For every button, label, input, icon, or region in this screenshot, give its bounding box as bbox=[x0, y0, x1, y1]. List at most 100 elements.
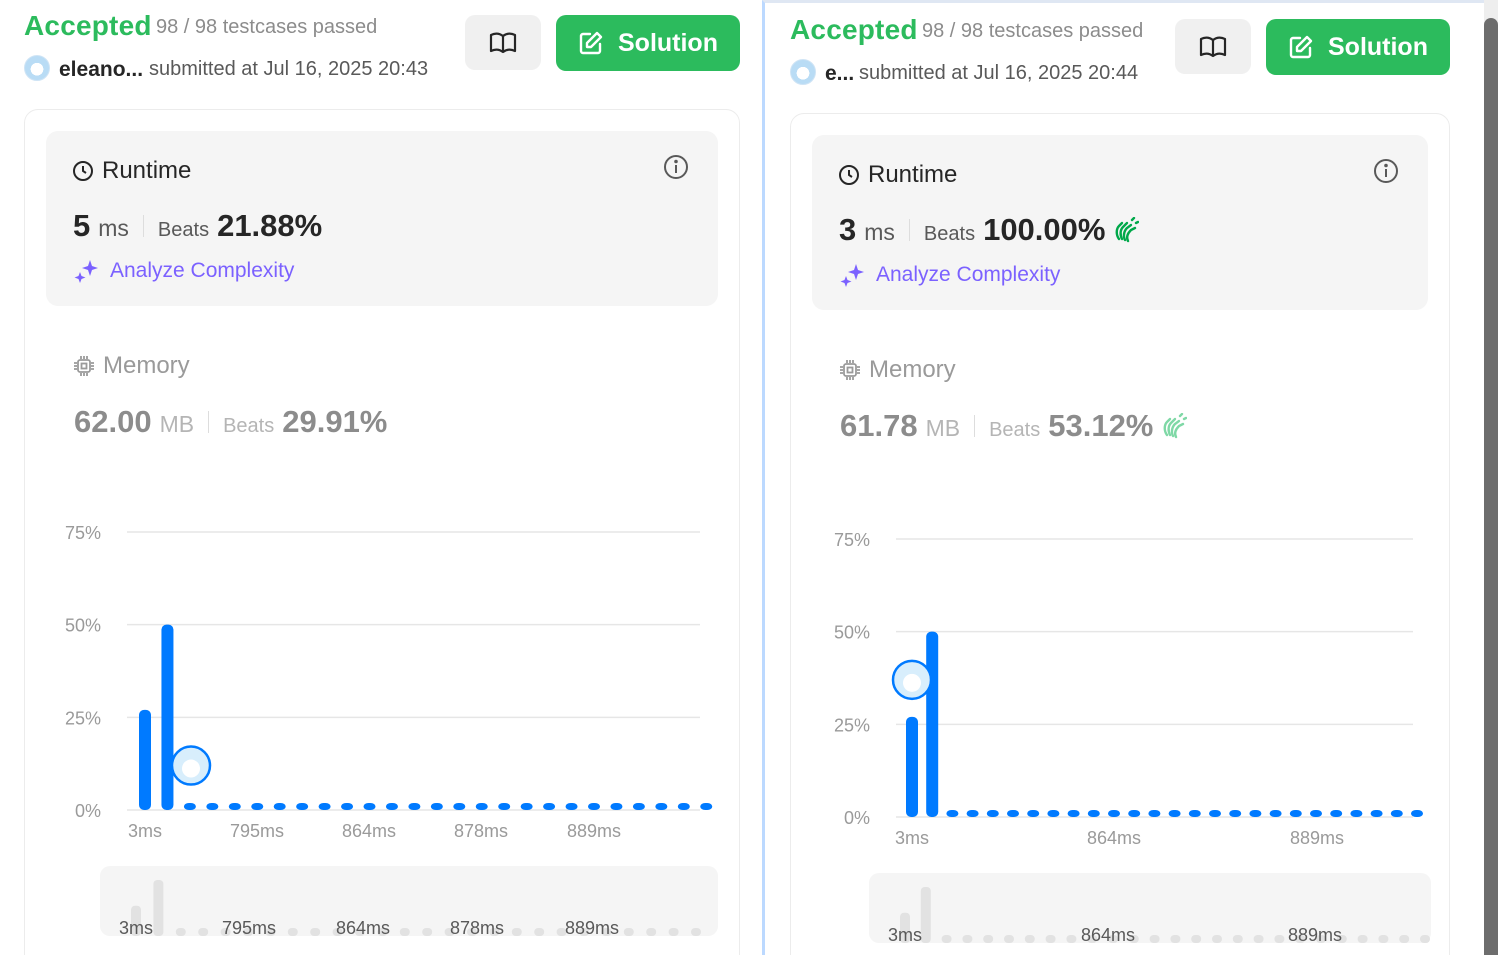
book-open-icon bbox=[489, 32, 517, 53]
overview-bar bbox=[399, 928, 410, 936]
overview-bar bbox=[511, 928, 522, 936]
username[interactable]: eleano... bbox=[59, 58, 143, 82]
your-submission-marker[interactable] bbox=[170, 745, 212, 786]
chart-bar[interactable] bbox=[1310, 810, 1322, 817]
overview-bar bbox=[1066, 935, 1077, 943]
editorial-button[interactable] bbox=[1175, 19, 1251, 74]
range-overview[interactable] bbox=[869, 873, 1431, 943]
submission-panel-right: Accepted 98 / 98 testcases passed e... s… bbox=[762, 0, 1484, 955]
chart-bar[interactable] bbox=[906, 716, 918, 817]
chart-bar[interactable] bbox=[1249, 810, 1262, 817]
chart-bar[interactable] bbox=[341, 803, 354, 810]
chart-bar[interactable] bbox=[1289, 810, 1302, 817]
chart-bar[interactable] bbox=[1108, 810, 1120, 817]
runtime-section[interactable]: Runtime 3 ms Beats 100.00% Analyze Compl… bbox=[812, 135, 1428, 310]
chart-bar[interactable] bbox=[1128, 810, 1141, 817]
runtime-section[interactable]: Runtime 5 ms Beats 21.88% Analyze Comple… bbox=[46, 131, 718, 306]
chart-bar[interactable] bbox=[1148, 810, 1161, 817]
chart-bar[interactable] bbox=[632, 803, 645, 810]
username[interactable]: e... bbox=[825, 62, 854, 86]
overview-bar bbox=[198, 928, 209, 936]
chart-bar[interactable] bbox=[318, 803, 331, 810]
range-overview[interactable] bbox=[100, 866, 718, 936]
chart-bar[interactable] bbox=[700, 803, 713, 810]
info-circle-icon[interactable] bbox=[663, 154, 689, 180]
editorial-button[interactable] bbox=[465, 15, 541, 70]
beats-label: Beats bbox=[989, 419, 1041, 441]
memory-metric[interactable]: 61.78 MB Beats 53.12% bbox=[840, 408, 1188, 444]
chart-bar[interactable] bbox=[1007, 810, 1019, 817]
chart-bar[interactable] bbox=[1330, 810, 1343, 817]
avatar[interactable] bbox=[790, 59, 816, 85]
analyze-complexity-link[interactable]: Analyze Complexity bbox=[74, 258, 294, 284]
your-submission-marker[interactable] bbox=[891, 659, 933, 701]
chart-bar[interactable] bbox=[543, 803, 556, 810]
x-tick-label: 864ms bbox=[1087, 828, 1141, 848]
chart-bar[interactable] bbox=[1411, 810, 1423, 817]
cpu-chip-icon bbox=[74, 356, 94, 376]
solution-button[interactable]: Solution bbox=[556, 15, 740, 71]
chart-bar[interactable] bbox=[1188, 810, 1201, 817]
chart-bar[interactable] bbox=[453, 803, 466, 810]
overview-bar bbox=[287, 928, 298, 936]
chart-bar[interactable] bbox=[986, 810, 999, 817]
chart-bar[interactable] bbox=[363, 803, 376, 810]
chart-bar[interactable] bbox=[520, 803, 533, 810]
chart-bar[interactable] bbox=[251, 803, 264, 810]
chart-bar[interactable] bbox=[1269, 810, 1282, 817]
chart-bar[interactable] bbox=[161, 624, 174, 810]
analyze-complexity-link[interactable]: Analyze Complexity bbox=[840, 262, 1060, 288]
chart-bar[interactable] bbox=[610, 803, 623, 810]
memory-metric[interactable]: 62.00 MB Beats 29.91% bbox=[74, 404, 387, 440]
overview-bar bbox=[1399, 935, 1410, 943]
chart-bar[interactable] bbox=[475, 803, 488, 810]
memory-unit: MB bbox=[925, 415, 961, 441]
overview-bar bbox=[1378, 935, 1389, 943]
chart-bar[interactable] bbox=[228, 803, 241, 810]
overview-bar bbox=[623, 928, 634, 936]
chart-bar[interactable] bbox=[1168, 810, 1181, 817]
chart-bar[interactable] bbox=[498, 803, 511, 810]
chart-bar[interactable] bbox=[430, 803, 443, 810]
testcases-passed: 98 / 98 testcases passed bbox=[156, 16, 378, 38]
chart-bar[interactable] bbox=[1390, 810, 1403, 817]
info-circle-icon[interactable] bbox=[1373, 158, 1399, 184]
chart-bar[interactable] bbox=[1350, 810, 1363, 817]
y-tick-label: 0% bbox=[844, 808, 870, 828]
chart-bar[interactable] bbox=[408, 803, 421, 810]
overview-bar bbox=[1191, 935, 1202, 943]
chart-bar[interactable] bbox=[677, 803, 690, 810]
chart-bar[interactable] bbox=[385, 803, 398, 810]
memory-value: 61.78 bbox=[840, 408, 918, 443]
runtime-beats: 21.88% bbox=[217, 208, 323, 243]
chart-bar[interactable] bbox=[1209, 810, 1221, 817]
overview-bar bbox=[691, 928, 701, 936]
scrollbar[interactable] bbox=[1484, 0, 1498, 955]
chart-bar[interactable] bbox=[1027, 810, 1040, 817]
solution-button[interactable]: Solution bbox=[1266, 19, 1450, 75]
avatar[interactable] bbox=[24, 55, 50, 81]
pencil-square-icon bbox=[1289, 35, 1313, 59]
chart-bar[interactable] bbox=[655, 803, 668, 810]
runtime-distribution-chart[interactable]: 75% 50% 25% 0% 3ms 864ms 889ms 3ms 864ms 889ms bbox=[765, 503, 1485, 953]
overview-tick-label: 3ms bbox=[119, 918, 153, 938]
runtime-distribution-chart[interactable]: 75% 50% 25% 0% 3ms 795ms 864ms 878ms 889ms 3ms 795… bbox=[0, 500, 760, 950]
chart-bar[interactable] bbox=[565, 803, 578, 810]
chart-bar[interactable] bbox=[588, 803, 600, 810]
overview-tick-label: 3ms bbox=[888, 925, 922, 945]
chart-bar[interactable] bbox=[139, 709, 151, 810]
chart-bar[interactable] bbox=[183, 803, 196, 810]
chart-bar[interactable] bbox=[1229, 810, 1242, 817]
chart-bar[interactable] bbox=[966, 810, 979, 817]
chart-bar[interactable] bbox=[1067, 810, 1080, 817]
chart-bar[interactable] bbox=[946, 810, 959, 817]
chart-bar[interactable] bbox=[296, 803, 309, 810]
chart-bar[interactable] bbox=[1087, 810, 1100, 817]
chart-bar[interactable] bbox=[1370, 810, 1383, 817]
chart-bar[interactable] bbox=[926, 631, 939, 817]
chart-bar[interactable] bbox=[206, 803, 219, 810]
submission-panel-left: Accepted 98 / 98 testcases passed eleano… bbox=[0, 0, 760, 955]
chart-bar[interactable] bbox=[1047, 810, 1060, 817]
scrollbar-thumb[interactable] bbox=[1484, 18, 1498, 955]
chart-bar[interactable] bbox=[273, 803, 286, 810]
